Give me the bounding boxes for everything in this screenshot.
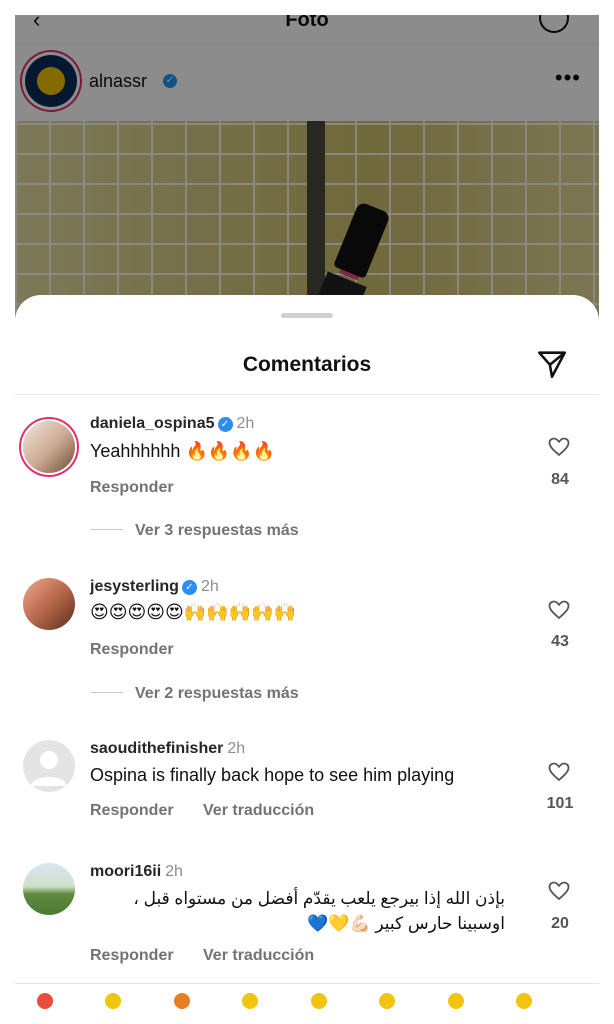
divider [91, 529, 123, 530]
comment-text: Yeahhhhhh 🔥🔥🔥🔥 [90, 441, 276, 461]
comment-text-line-1: بإذن الله إذا بيرجع يلعب يقدّم أفضل من م… [133, 889, 505, 908]
username-text[interactable]: jesysterling [90, 578, 179, 595]
comments-sheet: Comentarios daniela_ospina5 ✓ 2h Yeahhhhhh… [15, 295, 599, 1009]
comment-time: 2h [165, 863, 183, 880]
sheet-title: Comentarios [242, 353, 372, 376]
emoji-reaction-icon[interactable] [242, 993, 259, 1009]
view-more-replies[interactable]: Ver 3 respuestas más [91, 522, 299, 540]
app-frame: ‹ Foto alnassr ✓ ••• Comentarios daniela… [15, 15, 599, 1009]
verified-badge-icon: ✓ [217, 417, 233, 432]
translate-button[interactable]: Ver traducción [203, 802, 314, 820]
avatar[interactable] [23, 740, 75, 792]
heart-outline-icon[interactable] [547, 435, 571, 459]
paper-plane-icon[interactable] [535, 347, 569, 381]
comment-username[interactable]: moori16ii 2h [90, 863, 183, 881]
heart-outline-icon[interactable] [547, 879, 571, 903]
view-more-replies-label[interactable]: Ver 3 respuestas más [135, 522, 299, 539]
emoji-reaction-icon[interactable] [105, 993, 122, 1009]
comment-text: 😍😍😍😍😍🙌🙌🙌🙌🙌 [90, 602, 296, 622]
heart-outline-icon[interactable] [547, 598, 571, 622]
emoji-reaction-icon[interactable] [173, 993, 190, 1009]
emoji-reaction-icon[interactable] [379, 993, 396, 1009]
comment-text: Ospina is finally back hope to see him p… [90, 765, 455, 785]
drag-handle[interactable] [281, 313, 333, 318]
comment-time: 2h [236, 415, 255, 432]
comment-text-line-2: اوسبينا حارس كبير 💪🏻💛💙 [307, 914, 505, 933]
reply-button[interactable]: Responder [90, 479, 174, 497]
reply-button[interactable]: Responder [90, 802, 174, 820]
comment-username[interactable]: daniela_ospina5 ✓ 2h [90, 415, 254, 433]
view-more-replies[interactable]: Ver 2 respuestas más [91, 685, 299, 703]
emoji-reaction-icon[interactable] [310, 993, 327, 1009]
avatar[interactable] [23, 578, 75, 630]
comment-username[interactable]: saoudithefinisher 2h [90, 740, 245, 758]
like-count: 84 [551, 471, 569, 488]
username-text[interactable]: moori16ii [90, 863, 161, 880]
emoji-reaction-icon[interactable] [447, 993, 464, 1009]
username-text[interactable]: saoudithefinisher [90, 740, 223, 757]
divider [15, 983, 599, 984]
view-more-replies-label[interactable]: Ver 2 respuestas más [135, 685, 299, 702]
reply-button[interactable]: Responder [90, 641, 174, 659]
default-avatar-icon [31, 751, 67, 786]
divider [91, 692, 123, 693]
like-count: 43 [551, 633, 569, 650]
verified-badge-icon: ✓ [181, 580, 197, 595]
heart-outline-icon[interactable] [547, 760, 571, 784]
like-count: 20 [551, 915, 569, 932]
avatar[interactable] [23, 863, 75, 915]
comment-time: 2h [200, 578, 219, 595]
quick-reactions-bar[interactable] [37, 993, 597, 1009]
translate-button[interactable]: Ver traducción [203, 947, 314, 965]
username-text[interactable]: daniela_ospina5 [90, 415, 215, 432]
comment-username[interactable]: jesysterling ✓ 2h [90, 578, 219, 596]
emoji-reaction-icon[interactable] [516, 993, 533, 1009]
post-view: ‹ Foto alnassr ✓ ••• [15, 15, 599, 345]
like-count: 101 [546, 795, 574, 812]
divider [15, 394, 599, 395]
avatar[interactable] [23, 421, 75, 473]
emoji-reaction-icon[interactable] [37, 993, 53, 1009]
reply-button[interactable]: Responder [90, 947, 174, 965]
comment-time: 2h [227, 740, 246, 757]
